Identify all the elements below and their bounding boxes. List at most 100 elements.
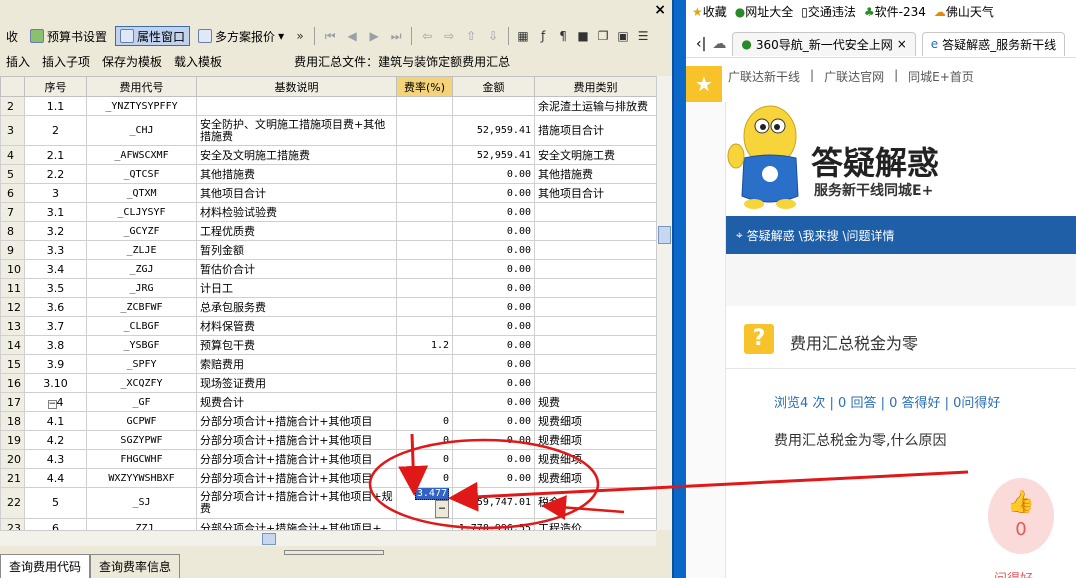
table-row[interactable]: 16 3.10 _XCQZFY 现场签证费用 0.00 bbox=[0, 373, 656, 393]
cell-amount[interactable]: 0.00 bbox=[452, 183, 535, 203]
table-row[interactable]: 11 3.5 _JRG 计日工 0.00 bbox=[0, 278, 656, 298]
cell-seq[interactable]: 3 bbox=[24, 183, 87, 203]
move-up-icon[interactable]: ⇧ bbox=[462, 29, 480, 43]
cell-desc[interactable]: 预算包干费 bbox=[196, 335, 397, 355]
table-row[interactable]: 17 −4 _GF 规费合计 0.00 规费 bbox=[0, 392, 656, 412]
cell-seq[interactable]: 2.2 bbox=[24, 164, 87, 184]
cell-code[interactable]: _YSBGF bbox=[86, 335, 197, 355]
table-row[interactable]: 2 1.1 _YNZTYSYPFFY 余泥渣土运输与排放费 bbox=[0, 96, 656, 116]
tab-query-rate[interactable]: 查询费率信息 bbox=[90, 554, 181, 578]
cell-rate[interactable] bbox=[396, 96, 453, 116]
cell-desc[interactable]: 分部分项合计+措施合计+其他项目+规费 bbox=[196, 487, 397, 519]
cell-seq[interactable]: 3.2 bbox=[24, 221, 87, 241]
cell-category[interactable]: 其他措施费 bbox=[534, 164, 656, 184]
cell-code[interactable]: _CLJYSYF bbox=[86, 202, 197, 222]
cell-amount[interactable]: 0.00 bbox=[452, 316, 535, 336]
table-row[interactable]: 3 2 _CHJ 安全防护、文明施工措施项目费+其他措施费 52,959.41 措施项目合… bbox=[0, 115, 656, 146]
cell-code[interactable]: _YNZTYSYPFFY bbox=[86, 96, 197, 116]
cell-amount[interactable]: 52,959.41 bbox=[452, 115, 535, 146]
cell-category[interactable] bbox=[534, 221, 656, 241]
cell-desc[interactable]: 分部分项合计+措施合计+其他项目 bbox=[196, 449, 397, 469]
collapse-icon[interactable]: − bbox=[47, 399, 57, 409]
cell-code[interactable]: _CLBGF bbox=[86, 316, 197, 336]
cell-amount[interactable]: 0.00 bbox=[452, 411, 535, 431]
insert-button[interactable]: 插入 bbox=[0, 53, 36, 70]
table-row[interactable]: 6 3 _QTXM 其他项目合计 0.00 其他项目合计 bbox=[0, 183, 656, 203]
cell-desc[interactable] bbox=[196, 96, 397, 116]
table-row[interactable]: 8 3.2 _GCYZF 工程优质费 0.00 bbox=[0, 221, 656, 241]
close-icon[interactable]: × bbox=[897, 37, 907, 51]
cell-amount[interactable]: 0.00 bbox=[452, 335, 535, 355]
cell-rate[interactable] bbox=[396, 183, 453, 203]
cell-seq[interactable]: 3.3 bbox=[24, 240, 87, 260]
multi-plan-button[interactable]: 多方案报价 ▾ bbox=[194, 26, 288, 46]
cell-desc[interactable]: 分部分项合计+措施合计+其他项目+ bbox=[196, 518, 397, 530]
cell-desc[interactable]: 分部分项合计+措施合计+其他项目 bbox=[196, 430, 397, 450]
move-down-icon[interactable]: ⇩ bbox=[484, 29, 502, 43]
cell-amount[interactable]: 0.00 bbox=[452, 278, 535, 298]
cell-code[interactable]: _ZGJ bbox=[86, 259, 197, 279]
col-header-seq[interactable]: 序号 bbox=[24, 76, 87, 97]
cell-seq[interactable]: 3.1 bbox=[24, 202, 87, 222]
cell-rate[interactable] bbox=[396, 145, 453, 165]
table-row[interactable]: 15 3.9 _SPFY 索赔费用 0.00 bbox=[0, 354, 656, 374]
cell-seq[interactable]: 1.1 bbox=[24, 96, 87, 116]
cell-rate[interactable] bbox=[396, 221, 453, 241]
cell-desc[interactable]: 分部分项合计+措施合计+其他项目 bbox=[196, 411, 397, 431]
cell-code[interactable]: _QTXM bbox=[86, 183, 197, 203]
scroll-thumb[interactable] bbox=[658, 226, 671, 244]
table-row[interactable]: 23 6 _ZZJ 分部分项合计+措施合计+其他项目+ 1,778,996.55 工程造价 bbox=[0, 518, 656, 530]
cell-rate[interactable]: 0 bbox=[396, 411, 453, 431]
cell-desc[interactable]: 规费合计 bbox=[196, 392, 397, 412]
cell-desc[interactable]: 总承包服务费 bbox=[196, 297, 397, 317]
cell-rate[interactable]: 0 bbox=[396, 468, 453, 488]
cell-rate[interactable]: 1.2 bbox=[396, 335, 453, 355]
prev-icon[interactable]: ◀ bbox=[343, 29, 361, 43]
copy-icon[interactable]: ❐ bbox=[595, 29, 611, 43]
cell-desc[interactable]: 其他项目合计 bbox=[196, 183, 397, 203]
cell-seq[interactable]: 3.7 bbox=[24, 316, 87, 336]
cell-seq[interactable]: 3.6 bbox=[24, 297, 87, 317]
cell-rate[interactable] bbox=[396, 316, 453, 336]
cell-category[interactable]: 措施项目合计 bbox=[534, 115, 656, 146]
cell-amount[interactable]: 59,747.01 bbox=[452, 487, 535, 519]
cell-code[interactable]: _SPFY bbox=[86, 354, 197, 374]
cell-amount[interactable]: 0.00 bbox=[452, 392, 535, 412]
cell-seq[interactable]: 2 bbox=[24, 115, 87, 146]
table-row[interactable]: 21 4.4 WXZYYWSHBXF 分部分项合计+措施合计+其他项目 0 0.00 规费细… bbox=[0, 468, 656, 488]
cell-code[interactable]: GCPWF bbox=[86, 411, 197, 431]
cell-amount[interactable]: 0.00 bbox=[452, 430, 535, 450]
cell-amount[interactable]: 0.00 bbox=[452, 221, 535, 241]
cell-category[interactable] bbox=[534, 373, 656, 393]
cell-rate[interactable] bbox=[396, 202, 453, 222]
table-row[interactable]: 18 4.1 GCPWF 分部分项合计+措施合计+其他项目 0 0.00 规费细项 bbox=[0, 411, 656, 431]
cell-seq[interactable]: 4.2 bbox=[24, 430, 87, 450]
cell-rate[interactable] bbox=[396, 297, 453, 317]
list-icon[interactable]: ☰ bbox=[635, 29, 651, 43]
cell-code[interactable]: FHGCWHF bbox=[86, 449, 197, 469]
like-button[interactable]: 👍 0 bbox=[988, 478, 1054, 554]
cell-seq[interactable]: 4.1 bbox=[24, 411, 87, 431]
cell-category[interactable]: 税金 bbox=[534, 487, 656, 519]
cell-category[interactable] bbox=[534, 202, 656, 222]
budget-settings-button[interactable]: 预算书设置 bbox=[26, 26, 111, 46]
cell-amount[interactable]: 1,778,996.55 bbox=[452, 518, 535, 530]
cell-desc[interactable]: 材料保管费 bbox=[196, 316, 397, 336]
cell-code[interactable]: _AFWSCXMF bbox=[86, 145, 197, 165]
cell-category[interactable]: 安全文明施工费 bbox=[534, 145, 656, 165]
cell-rate[interactable] bbox=[396, 354, 453, 374]
cell-seq[interactable]: 3.10 bbox=[24, 373, 87, 393]
next-icon[interactable]: ▶ bbox=[365, 29, 383, 43]
col-header-code[interactable]: 费用代号 bbox=[86, 76, 197, 97]
cell-code[interactable]: _JRG bbox=[86, 278, 197, 298]
cell-amount[interactable]: 0.00 bbox=[452, 373, 535, 393]
cell-seq[interactable]: 2.1 bbox=[24, 145, 87, 165]
horizontal-scrollbar[interactable] bbox=[0, 530, 656, 546]
cell-amount[interactable]: 0.00 bbox=[452, 259, 535, 279]
close-icon[interactable]: × bbox=[654, 2, 666, 18]
cell-code[interactable]: _XCQZFY bbox=[86, 373, 197, 393]
cell-category[interactable]: 规费细项 bbox=[534, 449, 656, 469]
properties-window-button[interactable]: 属性窗口 bbox=[115, 26, 191, 46]
cell-seq[interactable]: 3.9 bbox=[24, 354, 87, 374]
table-row[interactable]: 5 2.2 _QTCSF 其他措施费 0.00 其他措施费 bbox=[0, 164, 656, 184]
